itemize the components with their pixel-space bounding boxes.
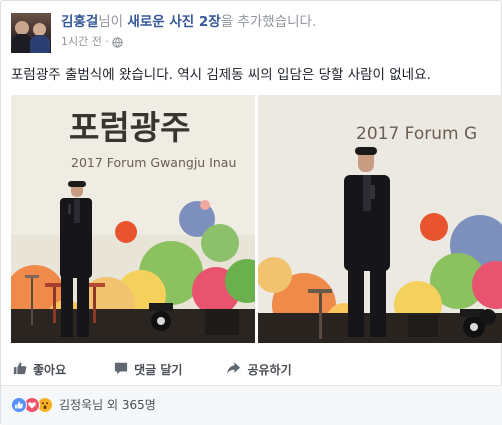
headline-verb-suffix: 을 추가했습니다. xyxy=(220,14,317,30)
author-name-link[interactable]: 김홍걸 xyxy=(61,14,98,30)
post-header: 김홍걸님이 새로운 사진 2장을 추가했습니다. 1시간 전 · xyxy=(1,1,502,63)
post-timestamp-link[interactable]: 1시간 전 · xyxy=(61,35,109,49)
post-body-text: 포럼광주 출범식에 왔습니다. 역시 김제동 씨의 입담은 당할 사람이 없네요… xyxy=(11,67,431,83)
post-photo-1[interactable]: 포럼광주 2017 Forum Gwangju Inau xyxy=(11,95,255,343)
feed-post-card: 김홍걸님이 새로운 사진 2장을 추가했습니다. 1시간 전 · 포럼광주 출범… xyxy=(0,0,502,425)
reactions-bar: 김정욱님 외 365명 xyxy=(1,385,502,425)
globe-icon[interactable] xyxy=(112,36,123,48)
comment-label: 댓글 달기 xyxy=(134,362,183,377)
photo-2-banner-subtitle: 2017 Forum G xyxy=(356,124,477,144)
share-button[interactable]: 공유하기 xyxy=(226,361,292,378)
share-arrow-icon xyxy=(226,361,241,378)
like-label: 좋아요 xyxy=(33,362,67,377)
reaction-summary-link[interactable]: 김정욱님 외 365명 xyxy=(59,396,156,413)
like-reaction-icon[interactable] xyxy=(11,396,27,413)
post-headline: 김홍걸님이 새로운 사진 2장을 추가했습니다. xyxy=(61,13,316,31)
post-photo-2[interactable]: 2017 Forum G xyxy=(258,95,502,343)
thumbs-up-icon xyxy=(13,361,27,378)
comment-button[interactable]: 댓글 달기 xyxy=(114,361,182,378)
headline-verb-prefix: 님이 xyxy=(98,14,128,30)
share-label: 공유하기 xyxy=(247,362,292,377)
like-button[interactable]: 좋아요 xyxy=(13,361,66,378)
comment-bubble-icon xyxy=(114,361,128,378)
new-photos-link[interactable]: 새로운 사진 2장 xyxy=(127,14,220,30)
photo-1-banner-subtitle: 2017 Forum Gwangju Inau xyxy=(71,155,236,170)
post-meta: 1시간 전 · xyxy=(61,35,123,49)
author-avatar[interactable] xyxy=(11,13,51,53)
post-action-bar: 좋아요 댓글 달기 공유하기 xyxy=(11,356,493,382)
photo-1-banner-title: 포럼광주 xyxy=(69,108,190,147)
